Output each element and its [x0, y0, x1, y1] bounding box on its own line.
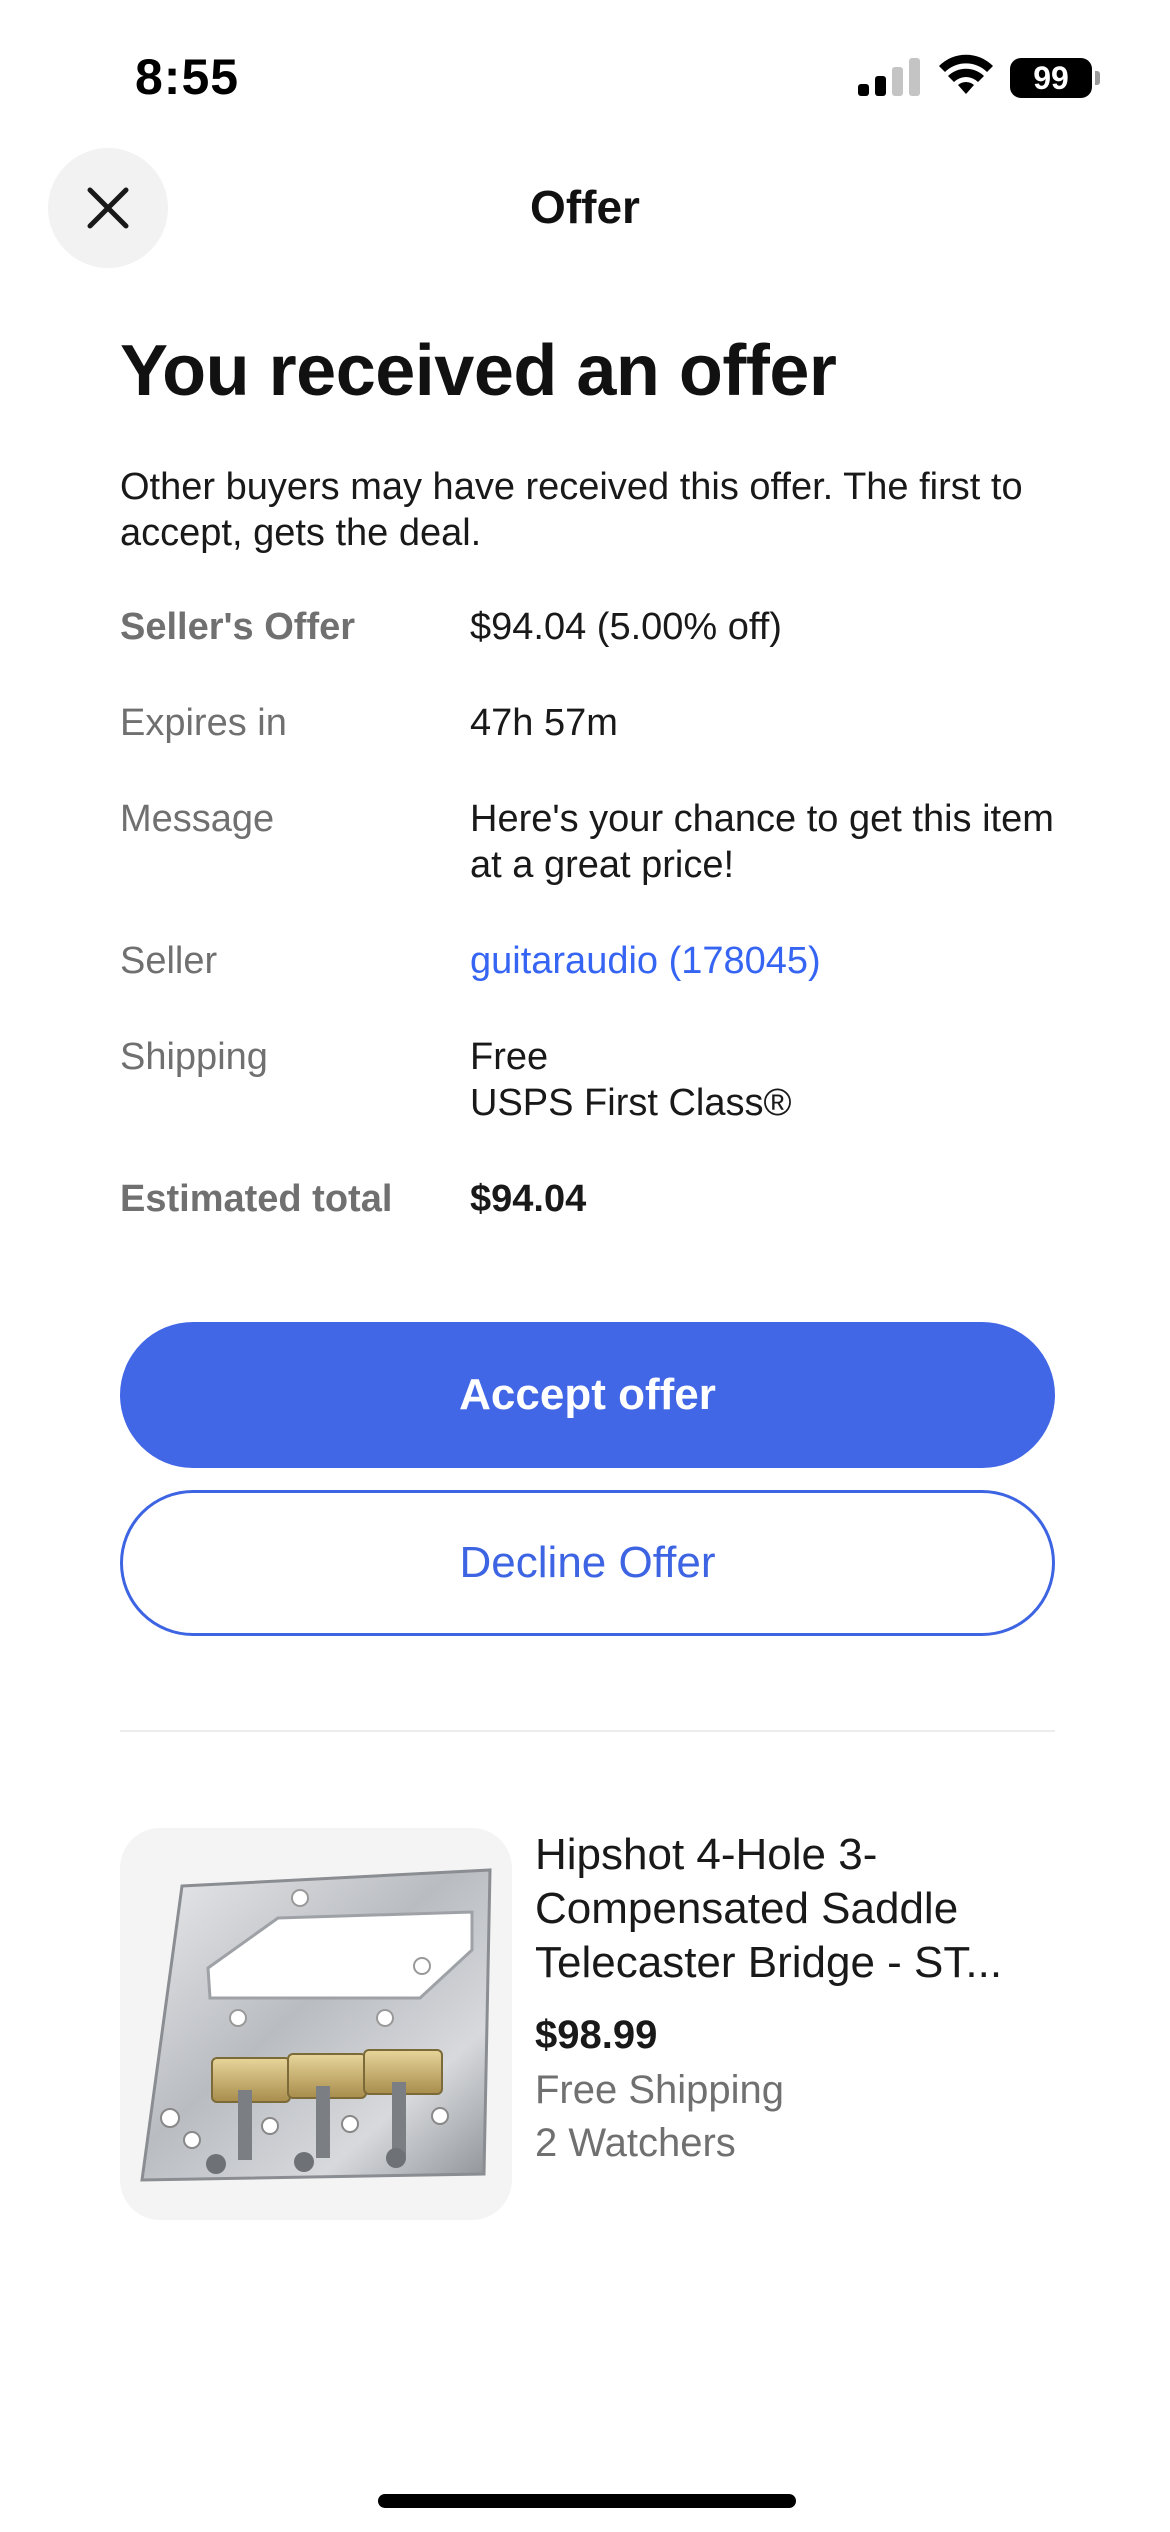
item-title: Hipshot 4-Hole 3-Compensated Saddle Tele… [535, 1830, 1003, 1987]
item-card[interactable]: Hipshot 4-Hole 3-Compensated Saddle Tele… [120, 1828, 1055, 2223]
message-value: Here's your chance to get this item at a… [470, 798, 1054, 886]
divider [120, 1730, 1055, 1732]
page-title: You received an offer [120, 331, 837, 411]
item-price: $98.99 [535, 2013, 658, 2057]
battery-icon: 99 [1010, 58, 1092, 98]
signal-icon [858, 58, 920, 96]
decline-offer-button[interactable]: Decline Offer [120, 1490, 1055, 1636]
estimated-total-label: Estimated total [120, 1178, 393, 1220]
battery-tip [1095, 71, 1100, 85]
offer-intro-text: Other buyers may have received this offe… [120, 466, 1023, 554]
expires-in-label: Expires in [120, 702, 287, 744]
shipping-label: Shipping [120, 1036, 268, 1078]
seller-link[interactable]: guitaraudio (178045) [470, 938, 1060, 984]
item-shipping: Free Shipping [535, 2068, 785, 2112]
shipping-method-value: USPS First Class® [470, 1082, 792, 1124]
accept-offer-button[interactable]: Accept offer [120, 1322, 1055, 1468]
message-label: Message [120, 798, 275, 840]
item-watchers: 2 Watchers [535, 2121, 736, 2165]
status-time: 8:55 [135, 49, 240, 105]
status-bar: 8:55 99 [0, 0, 1170, 150]
bridge-image [140, 1868, 492, 2182]
estimated-total-value: $94.04 [470, 1178, 587, 1220]
shipping-cost-value: Free [470, 1036, 549, 1078]
seller-label: Seller [120, 940, 218, 982]
sellers-offer-value: $94.04 (5.00% off) [470, 606, 782, 648]
home-indicator[interactable] [378, 2494, 796, 2508]
sellers-offer-label: Seller's Offer [120, 606, 356, 648]
expires-in-value: 47h 57m [470, 702, 618, 744]
header-title: Offer [530, 181, 640, 233]
offer-screen: 8:55 99 Offer You received an offer Othe… [0, 0, 1170, 2532]
item-image [120, 1828, 512, 2220]
wifi-icon [939, 54, 993, 94]
